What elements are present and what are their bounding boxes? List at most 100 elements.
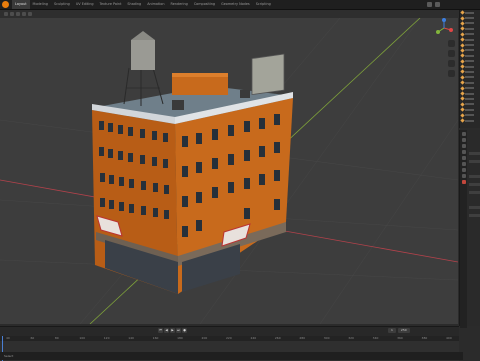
viewport-scene <box>0 18 458 324</box>
viewport-header <box>0 10 462 18</box>
outliner-row-label <box>465 11 474 14</box>
timeline-header: ⏮ ◀ ▶ ⏭ ● 1 250 <box>0 327 459 335</box>
pan-icon[interactable] <box>448 50 455 57</box>
property-field[interactable] <box>469 206 480 209</box>
tab-layout[interactable]: Layout <box>12 0 30 9</box>
perspective-icon[interactable] <box>448 70 455 77</box>
ruler-tick-label: 280 <box>299 336 306 340</box>
render-tab-icon[interactable] <box>461 138 466 142</box>
modifier-tab-icon[interactable] <box>461 174 466 178</box>
view-menu-icon[interactable] <box>10 12 14 16</box>
object-triangle-icon <box>460 91 465 96</box>
blender-logo-icon[interactable] <box>2 1 9 8</box>
outliner-row-label <box>465 81 474 84</box>
workspace-tabs: Layout Modeling Sculpting UV Editing Texture… <box>12 0 274 9</box>
building-model[interactable] <box>92 31 293 294</box>
property-field[interactable] <box>469 152 480 155</box>
end-frame-field[interactable]: 250 <box>397 328 410 333</box>
object-triangle-icon <box>460 15 465 21</box>
tool-tab-icon[interactable] <box>461 132 466 136</box>
tab-animation[interactable]: Animation <box>144 0 167 9</box>
object-triangle-icon <box>460 10 465 15</box>
object-triangle-icon <box>460 118 465 123</box>
ruler-tick-label: 260 <box>274 336 281 340</box>
object-triangle-icon <box>460 107 465 112</box>
object-triangle-icon <box>460 69 465 75</box>
navigation-gizmo-icon[interactable] <box>434 18 454 38</box>
view-layer-icon[interactable] <box>435 2 440 7</box>
scene-icon[interactable] <box>427 2 432 7</box>
ruler-tick-label: 400 <box>446 336 452 340</box>
object-tab-icon[interactable] <box>461 168 466 172</box>
zoom-icon[interactable] <box>448 40 455 47</box>
camera-icon[interactable] <box>448 60 455 67</box>
playback-button[interactable]: ⏭ <box>176 328 181 333</box>
tab-scripting[interactable]: Scripting <box>253 0 274 9</box>
object-triangle-icon <box>460 42 465 48</box>
output-tab-icon[interactable] <box>461 144 466 148</box>
properties-panel[interactable] <box>459 130 480 328</box>
object-triangle-icon <box>460 26 465 31</box>
ruler-tick-label: 360 <box>397 336 403 340</box>
object-menu-icon[interactable] <box>28 12 32 16</box>
tab-texture-paint[interactable]: Texture Paint <box>97 0 125 9</box>
scene-tab-icon[interactable] <box>461 156 466 160</box>
object-triangle-icon <box>460 75 465 80</box>
world-tab-icon[interactable] <box>461 162 466 166</box>
viewport-nav-icons <box>448 40 455 77</box>
start-frame-field[interactable]: 1 <box>388 328 396 333</box>
playback-button[interactable]: ● <box>182 328 187 333</box>
ruler-tick-label: 140 <box>128 336 134 340</box>
status-text: Select <box>4 354 14 358</box>
object-triangle-icon <box>460 112 465 118</box>
tab-compositing[interactable]: Compositing <box>191 0 218 9</box>
outliner-panel[interactable] <box>459 10 480 128</box>
select-menu-icon[interactable] <box>16 12 20 16</box>
property-field[interactable] <box>469 191 480 194</box>
outliner-row-label <box>465 97 474 100</box>
outliner-row-label <box>465 60 474 63</box>
ruler-tick-label: 120 <box>103 336 110 340</box>
playback-button[interactable]: ◀ <box>164 328 169 333</box>
ruler-tick-label: 80 <box>54 336 59 340</box>
object-triangle-icon <box>460 53 465 58</box>
object-triangle-icon <box>460 37 465 42</box>
property-field[interactable] <box>469 214 480 217</box>
view-layer-tab-icon[interactable] <box>461 150 466 154</box>
top-menu-bar: Layout Modeling Sculpting UV Editing Texture… <box>0 0 480 10</box>
outliner-row-label <box>465 114 474 117</box>
playback-button[interactable]: ▶ <box>170 328 175 333</box>
billboard <box>251 53 285 96</box>
material-tab-icon[interactable] <box>461 180 466 184</box>
outliner-row-label <box>465 103 474 106</box>
outliner-row-label <box>465 108 474 111</box>
ruler-tick-label: 340 <box>372 336 379 340</box>
property-field[interactable] <box>469 183 480 186</box>
object-triangle-icon <box>460 64 465 69</box>
outliner-row-label <box>465 33 474 36</box>
tab-sculpting[interactable]: Sculpting <box>51 0 73 9</box>
properties-tabs <box>460 130 467 328</box>
outliner-row-label <box>465 17 474 20</box>
add-menu-icon[interactable] <box>22 12 26 16</box>
object-triangle-icon <box>460 21 465 26</box>
outliner-row-label <box>465 49 474 52</box>
object-triangle-icon <box>460 48 465 53</box>
outliner-row-label <box>465 65 474 68</box>
tab-uv-editing[interactable]: UV Editing <box>73 0 97 9</box>
tab-shading[interactable]: Shading <box>124 0 144 9</box>
tab-modeling[interactable]: Modeling <box>30 0 51 9</box>
property-field[interactable] <box>469 175 480 178</box>
ruler-tick-label: 100 <box>79 336 86 340</box>
outliner-row-label <box>465 70 474 73</box>
ruler-tick-label: 180 <box>177 336 183 340</box>
tab-geometry-nodes[interactable]: Geometry Nodes <box>218 0 253 9</box>
ruler-tick-label: 40 <box>6 336 10 340</box>
tab-rendering[interactable]: Rendering <box>167 0 190 9</box>
3d-viewport[interactable] <box>0 18 458 324</box>
outliner-row-label <box>465 54 474 57</box>
outliner-row[interactable] <box>460 118 480 123</box>
property-field[interactable] <box>469 160 480 163</box>
playback-button[interactable]: ⏮ <box>158 328 163 333</box>
editor-type-icon[interactable] <box>4 12 8 16</box>
